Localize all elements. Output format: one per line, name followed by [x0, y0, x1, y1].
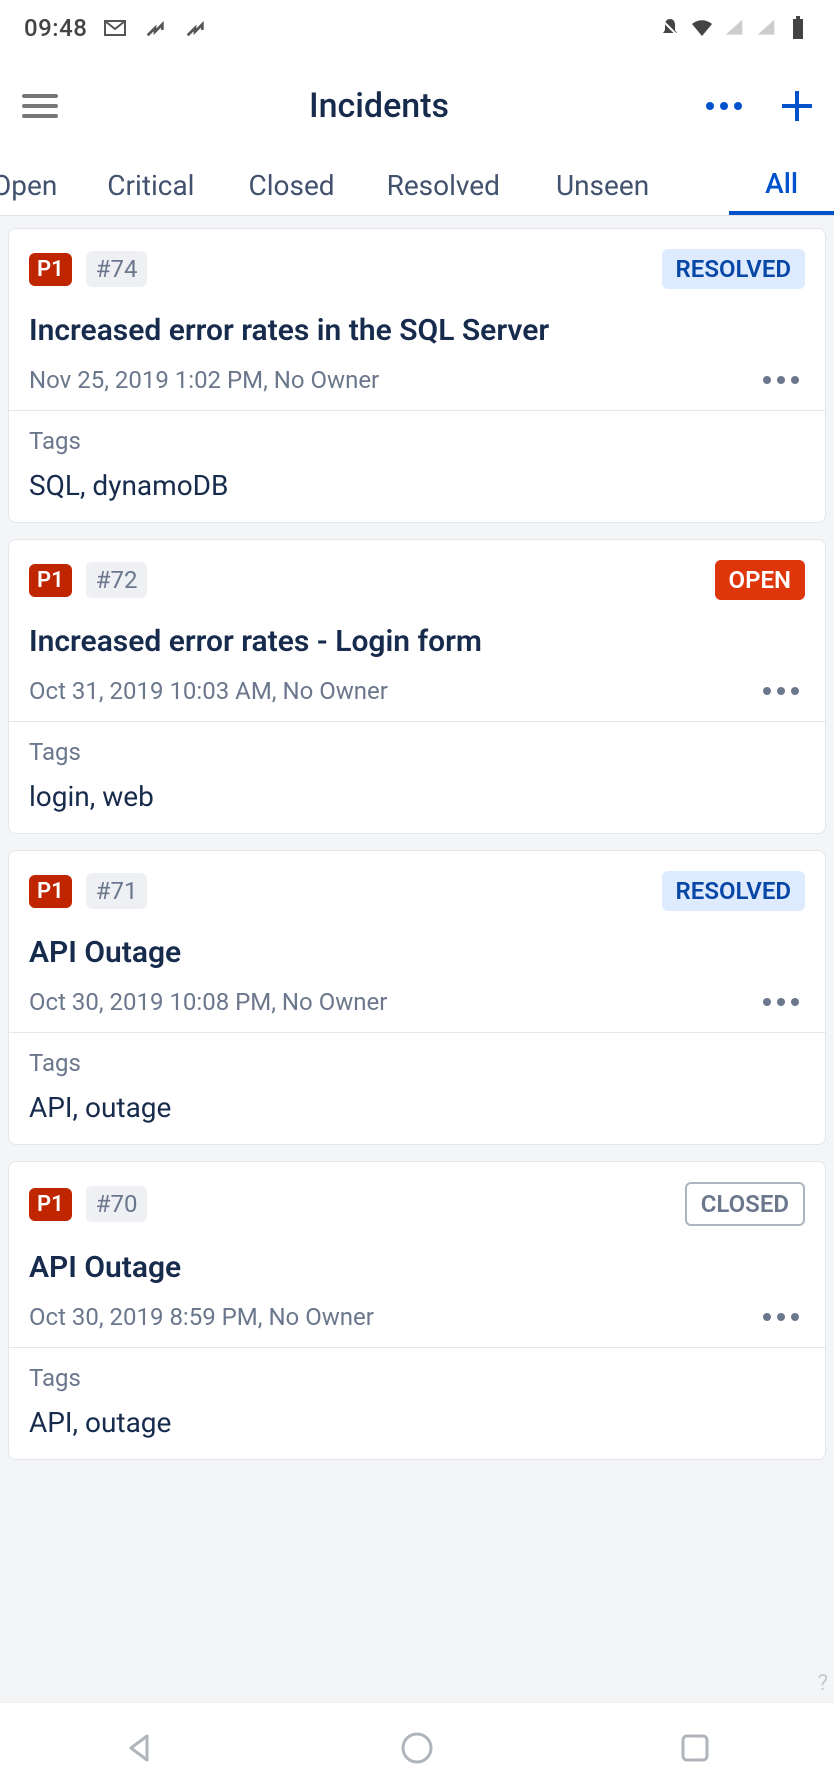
status-right [658, 16, 810, 40]
tags-value: login, web [29, 780, 805, 813]
status-badge: RESOLVED [662, 249, 805, 289]
app-bar: Incidents [0, 56, 834, 156]
priority-badge: P1 [29, 253, 72, 286]
incident-title: API Outage [29, 935, 805, 970]
signal-icon-2 [754, 16, 778, 40]
id-chip: #71 [86, 873, 148, 909]
recent-button[interactable] [677, 1730, 713, 1766]
arrow-icon-2 [183, 16, 207, 40]
tab-unseen[interactable]: Unseen [526, 156, 679, 215]
page-title: Incidents [52, 86, 706, 126]
tab-closed[interactable]: Closed [222, 156, 360, 215]
bell-off-icon [658, 16, 682, 40]
back-button[interactable] [121, 1730, 157, 1766]
card-more-button[interactable] [763, 998, 805, 1006]
tags-label: Tags [29, 1049, 805, 1077]
incident-card[interactable]: P1 #70 CLOSED API Outage Oct 30, 2019 8:… [8, 1161, 826, 1460]
id-chip: #72 [86, 562, 148, 598]
status-left: 09:48 [24, 14, 207, 42]
incident-card[interactable]: P1 #71 RESOLVED API Outage Oct 30, 2019 … [8, 850, 826, 1145]
tab-critical[interactable]: Critical [79, 156, 222, 215]
tags-value: SQL, dynamoDB [29, 469, 805, 502]
priority-badge: P1 [29, 1188, 72, 1221]
incident-card[interactable]: P1 #74 RESOLVED Increased error rates in… [8, 228, 826, 523]
tabs: Open Critical Closed Resolved Unseen All [0, 156, 834, 216]
incident-meta: Oct 31, 2019 10:03 AM, No Owner [29, 677, 388, 705]
id-chip: #74 [86, 251, 148, 287]
app-actions [706, 91, 812, 121]
tags-label: Tags [29, 1364, 805, 1392]
incident-meta: Oct 30, 2019 10:08 PM, No Owner [29, 988, 387, 1016]
system-nav-bar [0, 1702, 834, 1792]
status-bar: 09:48 [0, 0, 834, 56]
priority-badge: P1 [29, 564, 72, 597]
tab-all[interactable]: All [729, 156, 834, 215]
help-icon[interactable]: ? [818, 1671, 828, 1696]
card-more-button[interactable] [763, 376, 805, 384]
incident-card[interactable]: P1 #72 OPEN Increased error rates - Logi… [8, 539, 826, 834]
incident-title: Increased error rates - Login form [29, 624, 805, 659]
priority-badge: P1 [29, 875, 72, 908]
tags-value: API, outage [29, 1406, 805, 1439]
incident-title: API Outage [29, 1250, 805, 1285]
tags-value: API, outage [29, 1091, 805, 1124]
tab-resolved[interactable]: Resolved [361, 156, 526, 215]
battery-icon [786, 16, 810, 40]
gmail-icon [103, 16, 127, 40]
home-button[interactable] [399, 1730, 435, 1766]
incident-meta: Nov 25, 2019 1:02 PM, No Owner [29, 366, 379, 394]
add-button[interactable] [782, 91, 812, 121]
more-button[interactable] [706, 102, 742, 110]
card-more-button[interactable] [763, 687, 805, 695]
incident-list[interactable]: P1 #74 RESOLVED Increased error rates in… [0, 216, 834, 1460]
status-badge: CLOSED [685, 1182, 805, 1226]
incident-title: Increased error rates in the SQL Server [29, 313, 805, 348]
status-time: 09:48 [24, 14, 87, 42]
tags-label: Tags [29, 427, 805, 455]
signal-icon [722, 16, 746, 40]
tags-label: Tags [29, 738, 805, 766]
tab-open[interactable]: Open [0, 156, 79, 215]
arrow-icon [143, 16, 167, 40]
id-chip: #70 [86, 1186, 148, 1222]
card-more-button[interactable] [763, 1313, 805, 1321]
wifi-icon [690, 16, 714, 40]
incident-meta: Oct 30, 2019 8:59 PM, No Owner [29, 1303, 374, 1331]
status-badge: OPEN [715, 560, 805, 600]
status-badge: RESOLVED [662, 871, 805, 911]
